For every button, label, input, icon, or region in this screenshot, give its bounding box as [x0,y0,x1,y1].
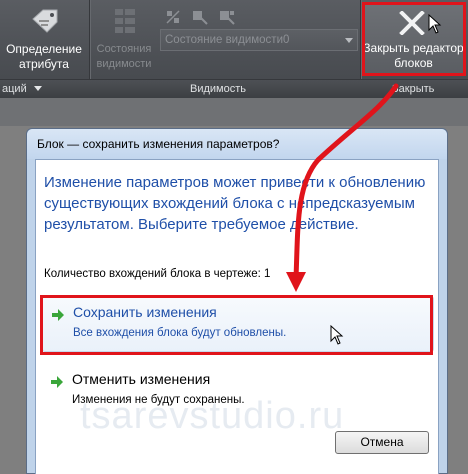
define-attribute-label: Определение атрибута [6,42,82,71]
save-option-highlight [40,295,433,355]
footer-left-label: аций [2,83,27,95]
visibility-states-button[interactable]: Состояния видимости [92,0,156,78]
chevron-down-icon [345,38,353,43]
chevron-down-icon[interactable] [34,86,42,92]
ribbon-footer: аций Видимость Закрыть [0,79,468,98]
drawing-area [0,98,468,126]
dialog-title: Блок — сохранить изменения параметров? [37,137,280,151]
cancel-button[interactable]: Отмена [335,431,429,454]
footer-close-label: Закрыть [392,83,435,95]
define-attribute-button[interactable]: Определение атрибута [0,0,88,78]
visibility-tools [165,9,250,27]
block-count-text: Количество вхождений блока в чертеже: 1 [44,268,271,280]
visibility-state-value: Состояние видимости0 [165,34,290,46]
ribbon: Определение атрибута Состояния видимости… [0,0,468,98]
dialog-titlebar[interactable]: Блок — сохранить изменения параметров? [27,129,447,159]
visibility-mode-icon[interactable] [219,9,235,25]
discard-changes-title: Отменить изменения [72,371,211,387]
make-invisible-icon[interactable] [192,9,208,25]
dialog-instruction: Изменение параметров может привести к об… [44,174,426,233]
visibility-state-dropdown[interactable]: Состояние видимости0 [160,29,358,51]
mouse-cursor-icon [428,14,442,34]
visibility-states-icon [115,9,135,33]
green-arrow-icon [51,376,63,388]
visibility-states-label: Состояния видимости [96,43,152,70]
mouse-cursor-icon [330,325,344,345]
footer-visibility-label: Видимость [190,83,246,95]
tag-icon [32,9,58,33]
make-visible-icon[interactable] [165,9,181,25]
close-button-highlight [362,2,466,76]
